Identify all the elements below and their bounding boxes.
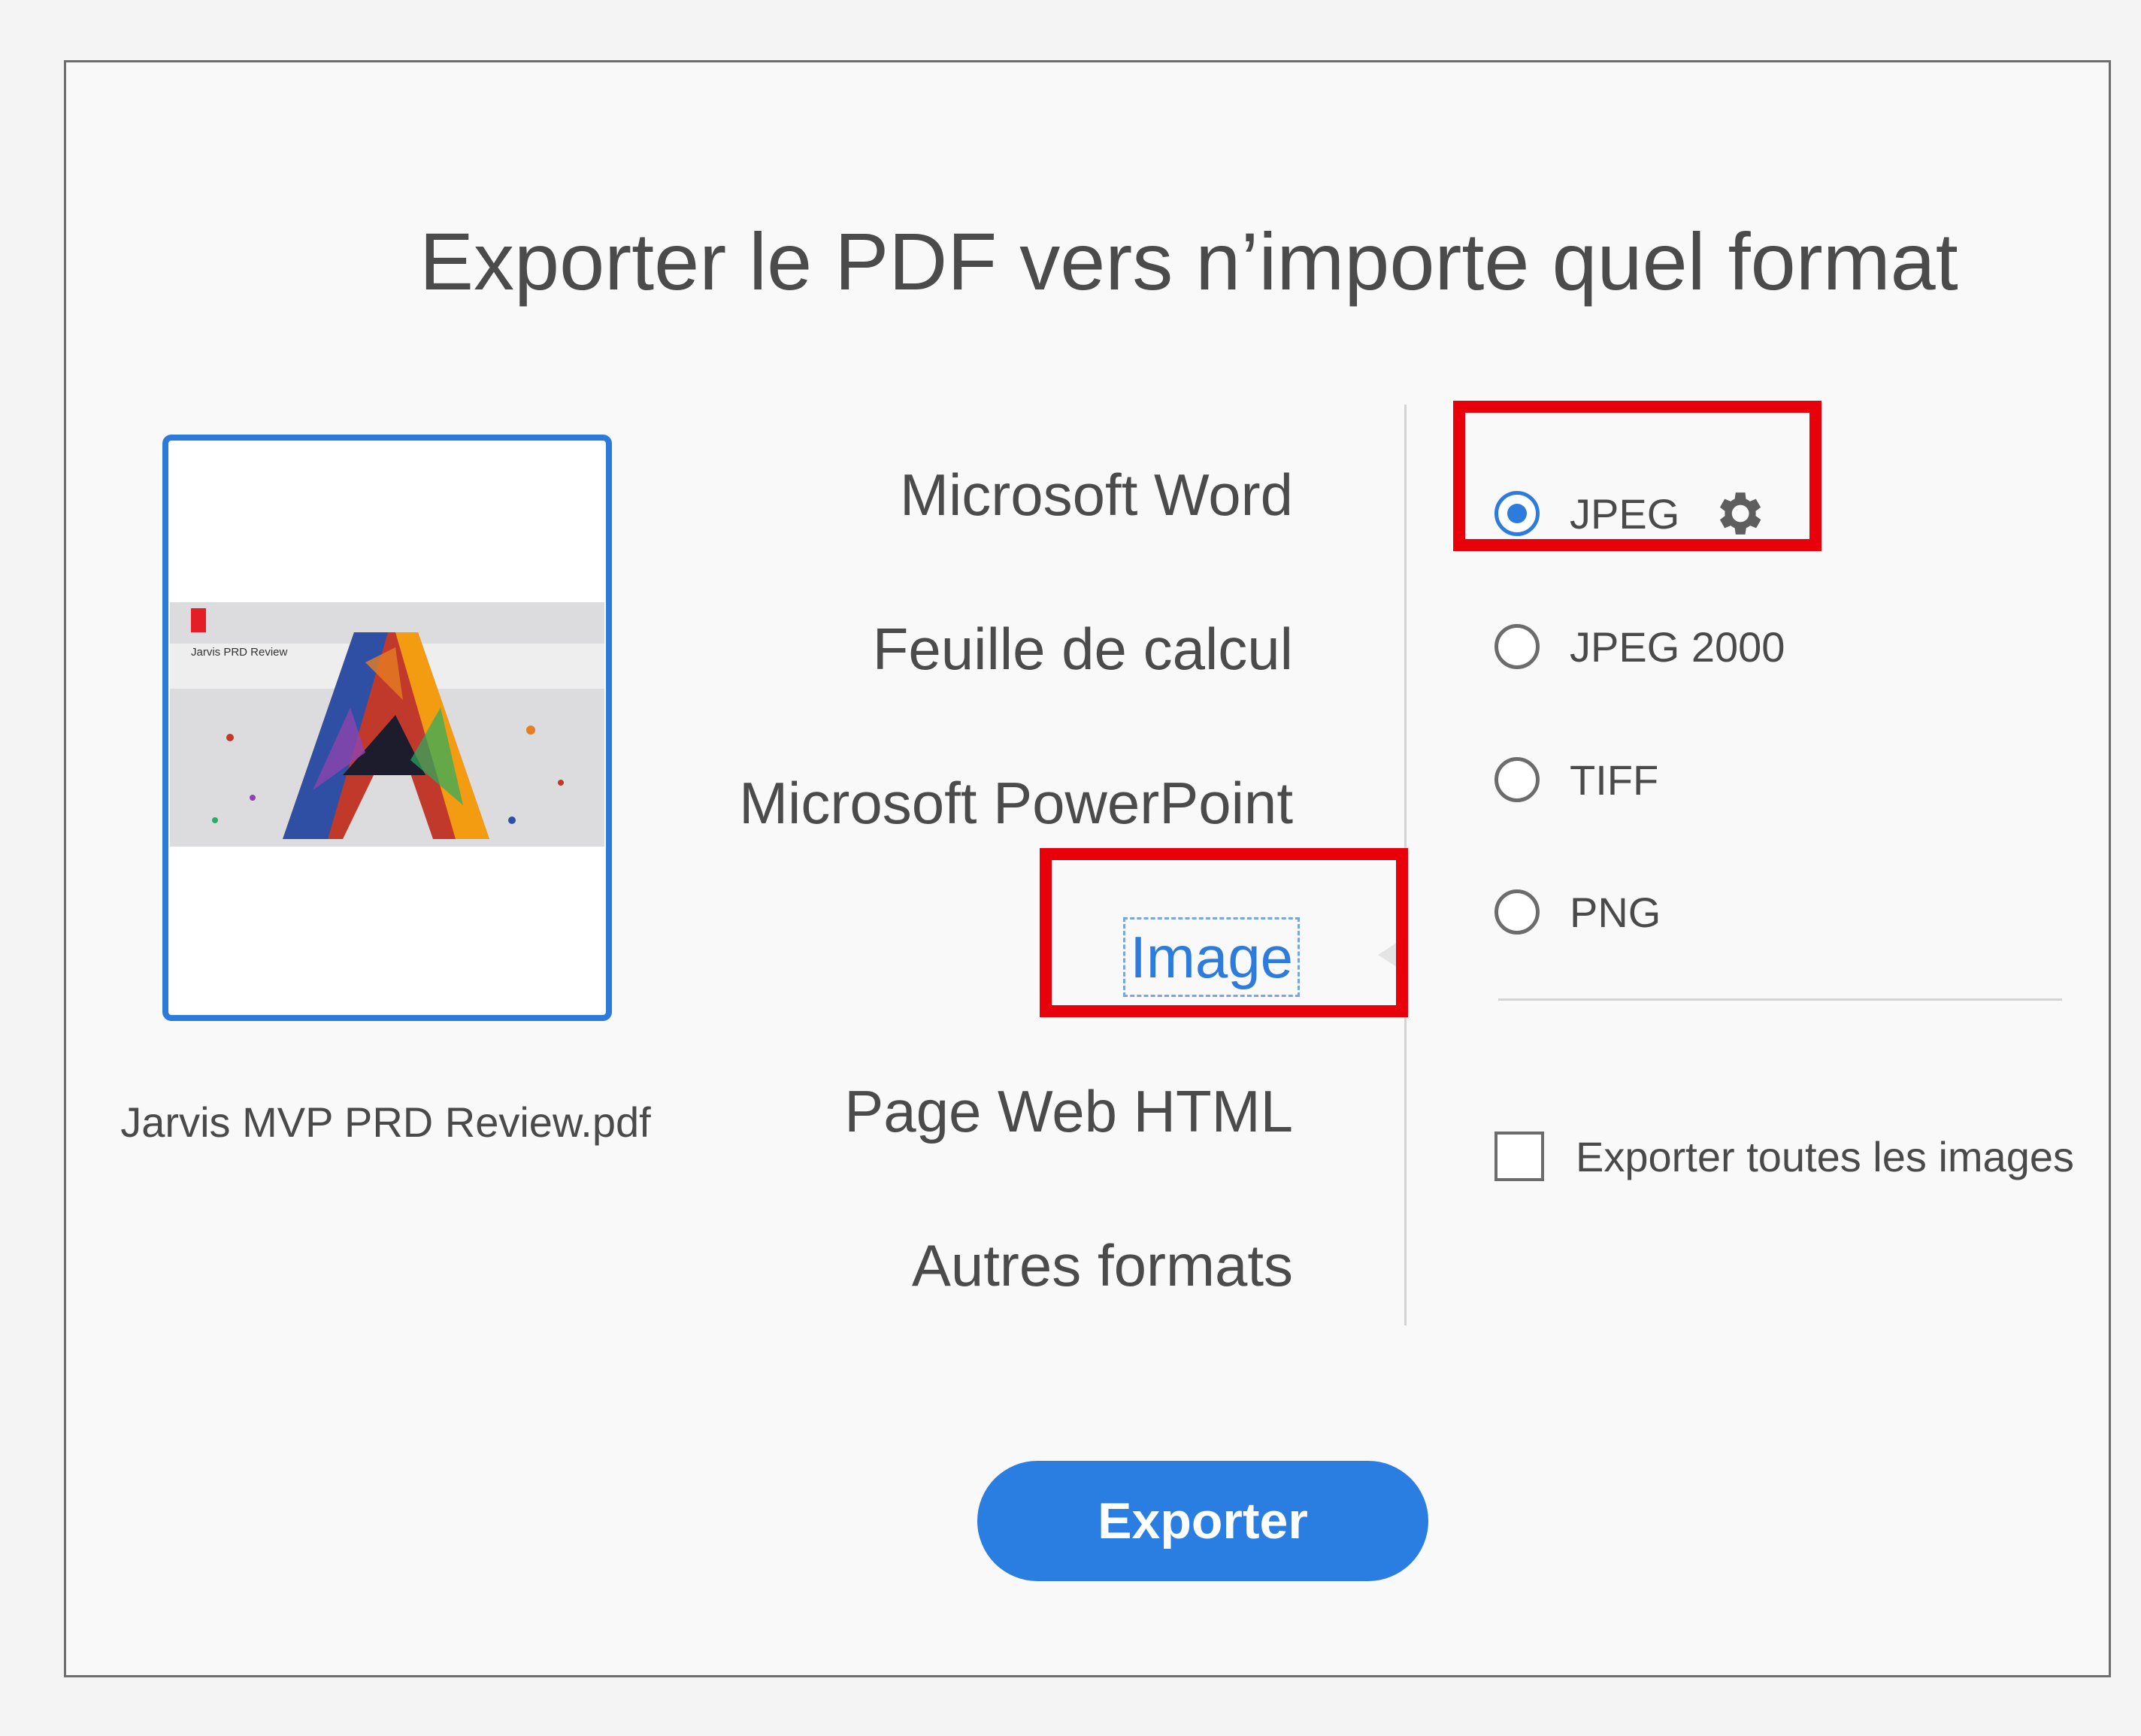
format-item-label: Autres formats bbox=[911, 1232, 1293, 1298]
document-thumbnail[interactable]: Jarvis PRD Review bbox=[162, 435, 612, 1021]
panel-divider bbox=[1404, 404, 1407, 1325]
radio-option-jpeg-2000[interactable]: JPEG 2000 bbox=[1494, 609, 1785, 684]
export-all-images-option[interactable]: Exporter toutes les images bbox=[1494, 1126, 2074, 1186]
radio-label: TIFF bbox=[1570, 756, 1659, 804]
radio-button[interactable] bbox=[1494, 624, 1540, 669]
format-item-microsoft-powerpoint[interactable]: Microsoft PowerPoint bbox=[739, 765, 1293, 841]
export-dialog: Exporter le PDF vers n’importe quel form… bbox=[64, 60, 2111, 1677]
export-button[interactable]: Exporter bbox=[977, 1461, 1428, 1581]
document-filename: Jarvis MVP PRD Review.pdf bbox=[120, 1098, 651, 1146]
format-item-label: Image bbox=[1123, 917, 1300, 997]
format-item-other-formats[interactable]: Autres formats bbox=[912, 1228, 1293, 1303]
radio-button[interactable] bbox=[1494, 889, 1540, 935]
radio-button[interactable] bbox=[1494, 757, 1540, 802]
format-item-image[interactable]: Image bbox=[1123, 917, 1300, 997]
radio-label: PNG bbox=[1570, 888, 1661, 936]
format-item-microsoft-word[interactable]: Microsoft Word bbox=[900, 457, 1293, 532]
radio-label: JPEG bbox=[1570, 489, 1680, 538]
selection-caret-icon bbox=[1378, 938, 1404, 971]
format-item-html-web-page[interactable]: Page Web HTML bbox=[844, 1074, 1293, 1149]
export-all-images-label: Exporter toutes les images bbox=[1576, 1132, 2074, 1180]
thumbnail-cover-art: Jarvis PRD Review bbox=[170, 602, 604, 847]
page-title: Exporter le PDF vers n’importe quel form… bbox=[419, 216, 1958, 307]
format-item-label: Microsoft Word bbox=[900, 462, 1293, 528]
adobe-splash-artwork bbox=[170, 602, 604, 847]
radio-option-tiff[interactable]: TIFF bbox=[1494, 742, 1658, 817]
format-item-label: Feuille de calcul bbox=[872, 616, 1293, 682]
radio-button-checked[interactable] bbox=[1494, 491, 1540, 536]
format-item-spreadsheet[interactable]: Feuille de calcul bbox=[873, 611, 1293, 686]
format-item-label: Microsoft PowerPoint bbox=[739, 770, 1293, 836]
radio-label: JPEG 2000 bbox=[1570, 623, 1785, 671]
gear-icon[interactable] bbox=[1709, 485, 1767, 542]
radio-option-jpeg[interactable]: JPEG bbox=[1494, 476, 1767, 551]
radio-option-png[interactable]: PNG bbox=[1494, 874, 1661, 950]
export-all-images-checkbox[interactable] bbox=[1494, 1132, 1544, 1181]
options-divider bbox=[1498, 998, 2062, 1001]
thumbnail-doc-title: Jarvis PRD Review bbox=[191, 646, 288, 659]
format-item-label: Page Web HTML bbox=[844, 1078, 1293, 1144]
